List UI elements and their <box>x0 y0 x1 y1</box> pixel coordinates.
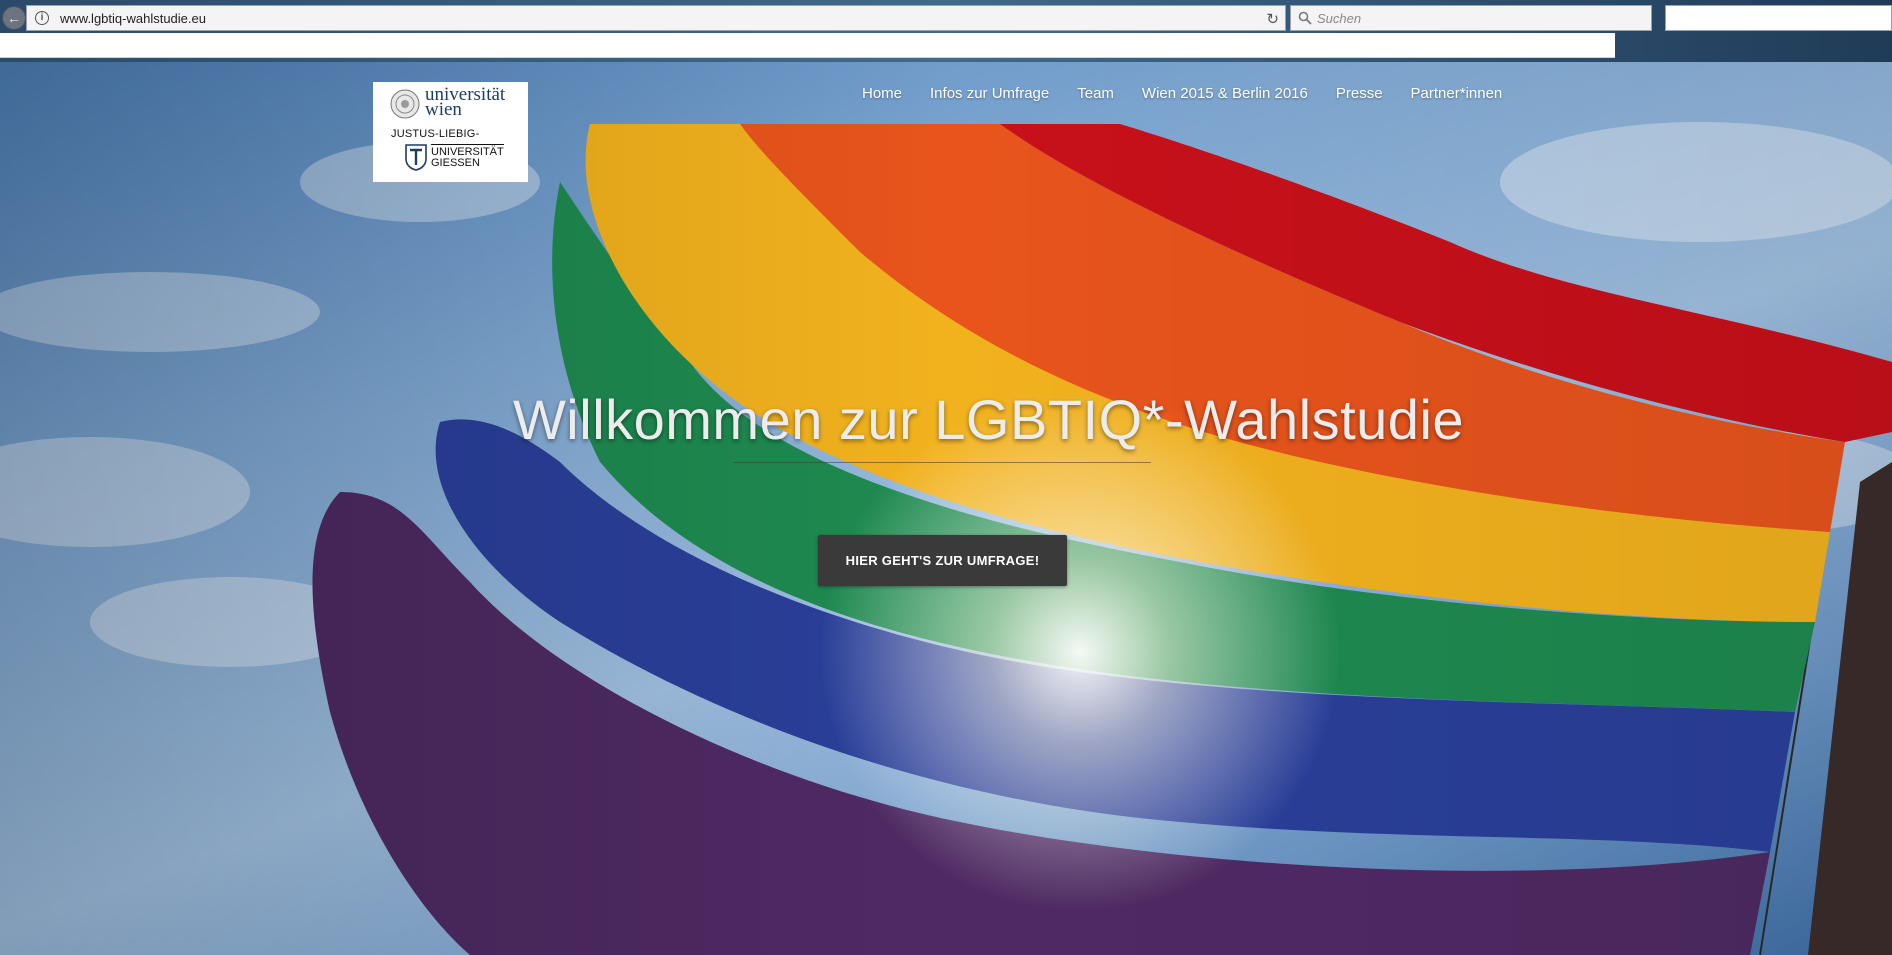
url-text[interactable]: www.lgbtiq-wahlstudie.eu <box>60 11 206 26</box>
survey-cta-button[interactable]: HIER GEHT'S ZUR UMFRAGE! <box>818 535 1067 586</box>
bookmarks-toolbar <box>0 33 1615 58</box>
main-navigation: Home Infos zur Umfrage Team Wien 2015 & … <box>862 85 1530 107</box>
web-page: universität wien JUSTUS-LIEBIG- UNIVERSI… <box>0 62 1892 955</box>
jlu-line-2: GIESSEN <box>431 157 480 169</box>
uni-wien-name: universität wien <box>425 84 506 120</box>
jlu-line-1: UNIVERSITÄT <box>431 144 504 158</box>
nav-item-presse[interactable]: Presse <box>1336 85 1383 107</box>
address-bar[interactable]: i www.lgbtiq-wahlstudie.eu ↻ <box>26 5 1286 31</box>
browser-chrome: ← i www.lgbtiq-wahlstudie.eu ↻ <box>0 0 1892 62</box>
nav-item-partner[interactable]: Partner*innen <box>1411 85 1503 107</box>
rainbow-flag-image <box>0 62 1892 955</box>
search-input[interactable] <box>1315 9 1635 27</box>
jlu-mark-icon <box>405 144 427 171</box>
nav-item-wien-berlin[interactable]: Wien 2015 & Berlin 2016 <box>1142 85 1308 107</box>
info-icon[interactable]: i <box>35 11 49 25</box>
hero-divider <box>733 462 1151 463</box>
nav-item-home[interactable]: Home <box>862 85 902 107</box>
reload-icon[interactable]: ↻ <box>1266 10 1279 28</box>
nav-item-team[interactable]: Team <box>1077 85 1114 107</box>
university-seal-icon <box>390 89 420 119</box>
jlu-name: JUSTUS-LIEBIG- <box>391 128 480 140</box>
nav-item-infos[interactable]: Infos zur Umfrage <box>930 85 1049 107</box>
back-icon[interactable]: ← <box>2 6 26 30</box>
hero-title: Willkommen zur LGBTIQ*-Wahlstudie <box>512 388 1465 451</box>
browser-search-bar[interactable] <box>1290 5 1652 31</box>
toolbar-field[interactable] <box>1665 5 1892 31</box>
search-icon <box>1298 11 1312 25</box>
university-logos[interactable]: universität wien JUSTUS-LIEBIG- UNIVERSI… <box>373 82 528 182</box>
